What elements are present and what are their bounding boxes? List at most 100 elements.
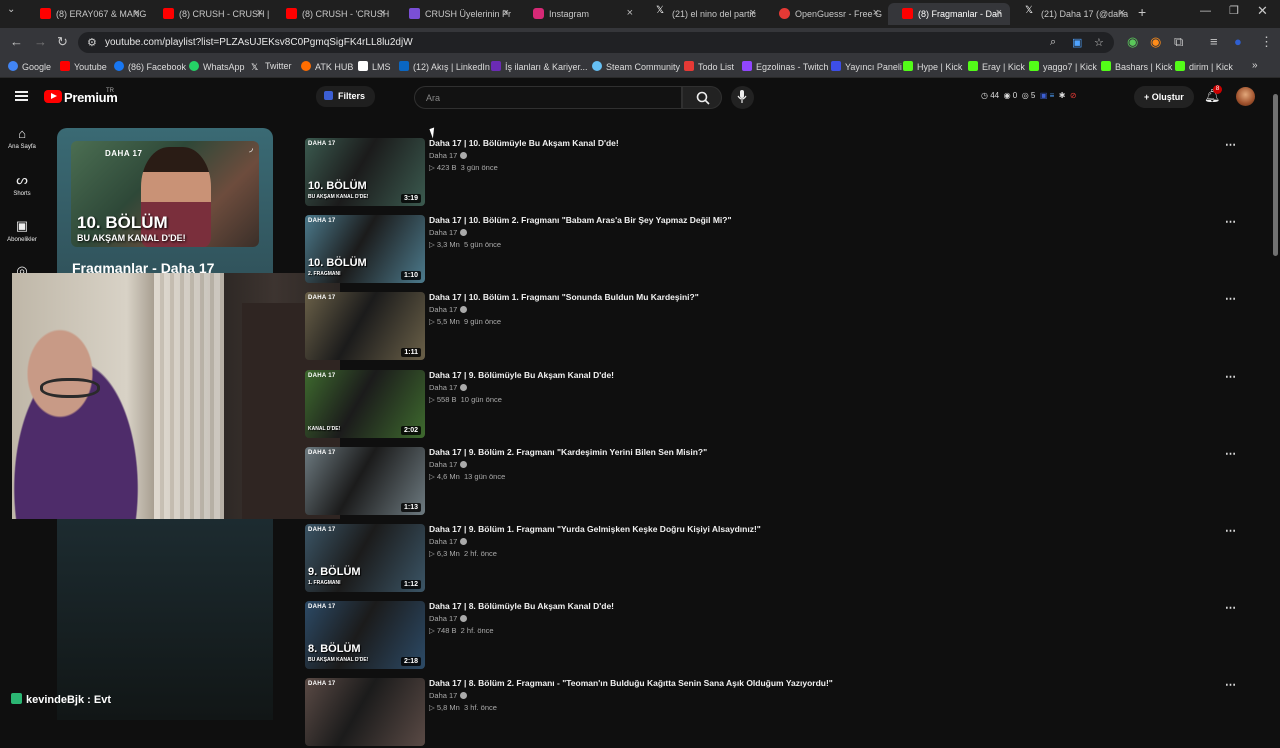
channel-name[interactable]: Daha 17 bbox=[429, 151, 468, 160]
video-thumbnail[interactable]: DAHA 17 8. BÖLÜM BU AKŞAM KANAL D'DE! 2:18 bbox=[305, 601, 425, 670]
profile-icon[interactable]: ● bbox=[1234, 34, 1242, 49]
more-actions-icon[interactable]: ⋯ bbox=[1225, 215, 1236, 228]
channel-name[interactable]: Daha 17 bbox=[429, 691, 468, 700]
new-tab-button[interactable]: + bbox=[1138, 4, 1146, 20]
more-actions-icon[interactable]: ⋯ bbox=[1225, 292, 1236, 305]
browser-menu-icon[interactable]: ⋮ bbox=[1260, 34, 1273, 50]
bookmark-item[interactable]: Egzolinas - Twitch bbox=[742, 61, 828, 72]
browser-tab[interactable]: CRUSH Üyelerinin Pr × bbox=[395, 3, 517, 25]
tab-search-icon[interactable]: ⌄ bbox=[7, 4, 15, 15]
extension-stats[interactable]: ◷ 44 ◉ 0 ◎ 5 ▣ ≡ ✱ ⊘ bbox=[981, 91, 1077, 100]
browser-tab-active[interactable]: (8) Fragmanlar - Dah × bbox=[888, 3, 1010, 25]
bookmark-item[interactable]: Bashars | Kick bbox=[1101, 61, 1172, 72]
bookmark-item[interactable]: Yayıncı Paneli bbox=[831, 61, 902, 72]
playlist-video-item[interactable]: DAHA 17 1:13 Daha 17 | 9. Bölüm 2. Fragman… bbox=[305, 446, 1240, 517]
bookmark-item[interactable]: dirim | Kick bbox=[1175, 61, 1233, 72]
close-window-icon[interactable]: ✕ bbox=[1257, 3, 1268, 19]
bookmark-item[interactable]: WhatsApp bbox=[189, 61, 245, 72]
bookmark-item[interactable]: 𝕏 Twitter bbox=[251, 61, 292, 72]
page-scrollbar-thumb[interactable] bbox=[1273, 94, 1278, 256]
playlist-video-item[interactable]: DAHA 17 KANAL D'DE! 2:02 Daha 17 | 9. Bölüm… bbox=[305, 369, 1240, 440]
account-avatar[interactable] bbox=[1236, 87, 1255, 106]
close-tab-icon[interactable]: × bbox=[380, 7, 386, 19]
bookmark-item[interactable]: yaggo7 | Kick bbox=[1029, 61, 1097, 72]
video-title[interactable]: Daha 17 | 8. Bölümüyle Bu Akşam Kanal D'… bbox=[429, 601, 614, 611]
close-tab-icon[interactable]: × bbox=[134, 7, 140, 19]
bookmark-item[interactable]: Hype | Kick bbox=[903, 61, 962, 72]
browser-tab[interactable]: (8) CRUSH - CRUSH | × bbox=[149, 3, 271, 25]
playlist-video-item[interactable]: DAHA 17 8. BÖLÜM BU AKŞAM KANAL D'DE! 2:18 D… bbox=[305, 601, 1240, 671]
channel-name[interactable]: Daha 17 bbox=[429, 228, 468, 237]
more-actions-icon[interactable]: ⋯ bbox=[1225, 601, 1236, 614]
playlist-video-item[interactable]: DAHA 17 9. BÖLÜM 1. FRAGMANI 1:12 Daha 17 | … bbox=[305, 524, 1240, 594]
extensions-puzzle-icon[interactable]: ⧉ bbox=[1174, 34, 1183, 50]
video-title[interactable]: Daha 17 | 9. Bölüm 1. Fragmanı "Yurda Ge… bbox=[429, 524, 761, 534]
zoom-icon[interactable]: ⌕ bbox=[1050, 36, 1056, 49]
playlist-video-item[interactable]: DAHA 17 10. BÖLÜM BU AKŞAM KANAL D'DE! 3:19… bbox=[305, 138, 1240, 208]
video-thumbnail[interactable]: DAHA 17 bbox=[305, 678, 425, 747]
address-bar[interactable]: ⚙ youtube.com/playlist?list=PLZAsUJEKsv8… bbox=[78, 32, 1114, 53]
close-tab-icon[interactable]: × bbox=[1119, 7, 1125, 19]
back-icon[interactable]: ← bbox=[10, 34, 23, 49]
filters-button[interactable]: Filters bbox=[316, 86, 376, 107]
video-title[interactable]: Daha 17 | 10. Bölüm 2. Fragmanı "Babam A… bbox=[429, 215, 732, 225]
forward-icon[interactable]: → bbox=[34, 34, 47, 49]
bookmark-item[interactable]: Youtube bbox=[60, 61, 107, 72]
playlist-thumbnail[interactable]: DAHA 17 10. BÖLÜM BU AKŞAM KANAL D'DE! ◞ bbox=[71, 141, 259, 247]
close-tab-icon[interactable]: × bbox=[750, 7, 756, 19]
search-button[interactable] bbox=[682, 86, 722, 109]
translate-icon[interactable]: ▣ bbox=[1072, 36, 1082, 49]
playlist-video-item[interactable]: DAHA 17 10. BÖLÜM 2. FRAGMANI 1:10 Daha 17 |… bbox=[305, 215, 1240, 285]
video-title[interactable]: Daha 17 | 10. Bölümüyle Bu Akşam Kanal D… bbox=[429, 138, 619, 148]
more-bookmarks-icon[interactable]: » bbox=[1252, 60, 1258, 71]
bookmark-item[interactable]: (12) Akış | LinkedIn bbox=[399, 61, 490, 72]
channel-name[interactable]: Daha 17 bbox=[429, 383, 468, 392]
minimize-icon[interactable]: — bbox=[1200, 5, 1211, 17]
bookmark-star-icon[interactable]: ☆ bbox=[1094, 36, 1104, 49]
browser-tab[interactable]: 𝕏 (21) el nino del partic × bbox=[642, 3, 764, 25]
extension-icon[interactable]: ◉ bbox=[1150, 34, 1161, 50]
bookmark-item[interactable]: (86) Facebook bbox=[114, 61, 186, 72]
video-thumbnail[interactable]: DAHA 17 9. BÖLÜM 1. FRAGMANI 1:12 bbox=[305, 524, 425, 592]
browser-tab[interactable]: OpenGuessr - Free G × bbox=[765, 3, 887, 25]
site-info-icon[interactable]: ⚙ bbox=[87, 36, 97, 49]
video-title[interactable]: Daha 17 | 10. Bölüm 1. Fragmanı "Sonunda… bbox=[429, 292, 699, 302]
browser-tab[interactable]: Instagram × bbox=[519, 3, 641, 25]
video-thumbnail[interactable]: DAHA 17 1:11 bbox=[305, 292, 425, 361]
browser-tab[interactable]: (8) CRUSH - 'CRUSH × bbox=[272, 3, 394, 25]
video-thumbnail[interactable]: DAHA 17 10. BÖLÜM BU AKŞAM KANAL D'DE! 3:19 bbox=[305, 138, 425, 206]
video-thumbnail[interactable]: DAHA 17 10. BÖLÜM 2. FRAGMANI 1:10 bbox=[305, 215, 425, 284]
browser-tab[interactable]: (8) ERAY067 & MANG × bbox=[26, 3, 148, 25]
bookmark-item[interactable]: Eray | Kick bbox=[968, 61, 1025, 72]
bookmark-item[interactable]: Steam Community bbox=[592, 61, 680, 72]
bookmark-item[interactable]: ATK HUB bbox=[301, 61, 353, 72]
guide-item-home[interactable]: ⌂ Ana Sayfa bbox=[0, 126, 44, 150]
bookmark-item[interactable]: Todo List bbox=[684, 61, 734, 72]
guide-item-subscriptions[interactable]: ▣ Abonelikler bbox=[0, 218, 44, 243]
channel-name[interactable]: Daha 17 bbox=[429, 614, 468, 623]
restore-icon[interactable]: ❐ bbox=[1229, 4, 1239, 17]
media-control-icon[interactable]: ≡ bbox=[1210, 34, 1218, 49]
bookmark-item[interactable]: İş ilanları & Kariyer... bbox=[491, 61, 588, 72]
menu-icon[interactable] bbox=[15, 91, 28, 101]
video-title[interactable]: Daha 17 | 9. Bölümüyle Bu Akşam Kanal D'… bbox=[429, 370, 614, 380]
more-actions-icon[interactable]: ⋯ bbox=[1225, 370, 1236, 383]
bookmark-item[interactable]: LMS bbox=[358, 61, 391, 72]
url-text[interactable]: youtube.com/playlist?list=PLZAsUJEKsv8C0… bbox=[105, 37, 413, 48]
channel-name[interactable]: Daha 17 bbox=[429, 460, 468, 469]
video-title[interactable]: Daha 17 | 9. Bölüm 2. Fragmanı "Kardeşim… bbox=[429, 447, 707, 457]
browser-tab[interactable]: 𝕏 (21) Daha 17 (@daha × bbox=[1011, 3, 1133, 25]
video-thumbnail[interactable]: DAHA 17 1:13 bbox=[305, 446, 425, 515]
more-actions-icon[interactable]: ⋯ bbox=[1225, 138, 1236, 151]
video-thumbnail[interactable]: DAHA 17 KANAL D'DE! 2:02 bbox=[305, 369, 425, 438]
close-tab-icon[interactable]: × bbox=[996, 7, 1002, 19]
close-tab-icon[interactable]: × bbox=[627, 7, 633, 19]
more-actions-icon[interactable]: ⋯ bbox=[1225, 678, 1236, 691]
more-actions-icon[interactable]: ⋯ bbox=[1225, 524, 1236, 537]
voice-search-button[interactable] bbox=[731, 86, 754, 109]
create-button[interactable]: + Oluştur bbox=[1134, 86, 1194, 108]
more-actions-icon[interactable]: ⋯ bbox=[1225, 447, 1236, 460]
guide-item-shorts[interactable]: ᔕ Shorts bbox=[0, 172, 44, 197]
close-tab-icon[interactable]: × bbox=[503, 7, 509, 19]
channel-name[interactable]: Daha 17 bbox=[429, 305, 468, 314]
